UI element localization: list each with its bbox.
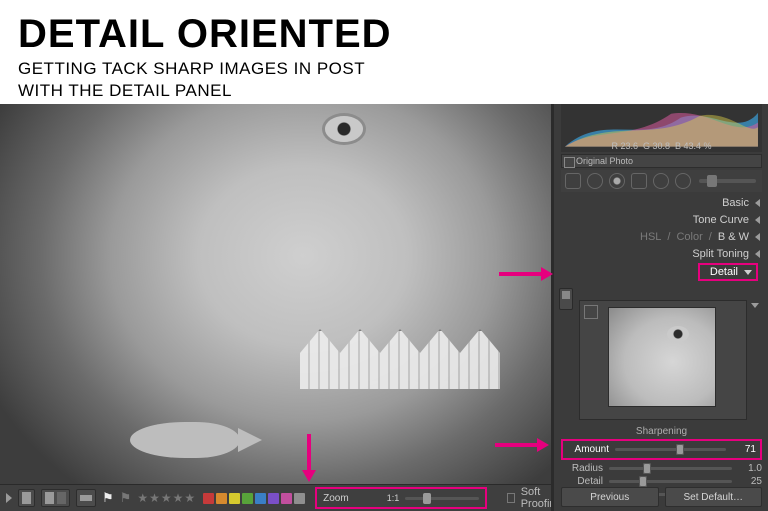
panel-hsl-color-bw[interactable]: HSL/Color/B & W [561,228,762,245]
panel-detail[interactable]: Detail [561,263,762,281]
detail-preview-target-icon[interactable] [584,305,598,319]
panel-toggle-switch[interactable] [559,288,573,310]
slider-detail-label: Detail [561,476,609,487]
lightroom-develop-module: ⚑ ⚑ ★★★★★ Zoom 1:1 Soft Proofing [0,104,768,511]
slider-amount[interactable]: Amount 71 [567,443,756,456]
original-photo-toggle[interactable]: Original Photo [561,154,762,168]
chevron-down-icon [744,270,752,275]
view-mode-before-after-tb[interactable] [76,489,96,507]
graduated-filter-tool-icon[interactable] [631,173,647,189]
zoom-slider-knob[interactable] [423,493,431,504]
tool-slider[interactable] [699,179,756,183]
photo-shark [0,104,551,484]
slider-amount-label: Amount [567,444,615,455]
banner-title: DETAIL ORIENTED [18,12,750,57]
crop-tool-icon[interactable] [565,173,581,189]
panel-detail-label: Detail [710,266,738,278]
swatch-red[interactable] [203,493,214,504]
detail-preview-thumbnail[interactable] [608,307,716,407]
flag-reject-icon[interactable]: ⚑ [120,490,132,506]
slider-radius-knob[interactable] [643,463,651,474]
panel-section-list: Basic Tone Curve HSL/Color/B & W Split T… [561,194,762,281]
toolbar-collapse-icon[interactable] [6,493,12,503]
panel-tone-curve[interactable]: Tone Curve [561,211,762,228]
photo-shark-eye [325,116,363,142]
radial-filter-tool-icon[interactable] [653,173,669,189]
swatch-yellow[interactable] [229,493,240,504]
swatch-purple[interactable] [268,493,279,504]
photo-canvas[interactable] [0,104,551,484]
slider-amount-value[interactable]: 71 [732,444,756,455]
redeye-tool-icon[interactable] [609,173,625,189]
panel-basic[interactable]: Basic [561,194,762,211]
histogram-readout: R 23.6 G 30.8 B 43.4 % [561,141,762,151]
set-default-button[interactable]: Set Default… [665,487,763,507]
chevron-left-icon [755,199,760,207]
chevron-down-icon[interactable] [751,303,759,308]
swatch-gray[interactable] [294,493,305,504]
swatch-magenta[interactable] [281,493,292,504]
banner-subtitle-1: GETTING TACK SHARP IMAGES IN POST [18,59,750,79]
color-label-swatches[interactable] [203,493,305,504]
chevron-left-icon [755,250,760,258]
spot-removal-tool-icon[interactable] [587,173,603,189]
histogram[interactable]: R 23.6 G 30.8 B 43.4 % [561,104,762,152]
previous-button[interactable]: Previous [561,487,659,507]
slider-radius[interactable]: Radius 1.0 [561,462,762,475]
slider-detail-knob[interactable] [639,476,647,487]
soft-proofing-checkbox[interactable] [507,493,514,503]
right-panel: R 23.6 G 30.8 B 43.4 % Original Photo Ba… [551,104,768,511]
slider-radius-track[interactable] [609,467,732,470]
slider-radius-label: Radius [561,463,609,474]
view-mode-before-after-lr[interactable] [41,489,70,507]
annotation-box-amount: Amount 71 [561,439,762,460]
zoom-slider[interactable] [405,497,479,500]
annotation-arrow-detail [499,267,553,281]
zoom-control[interactable]: Zoom 1:1 [315,487,487,509]
view-mode-loupe[interactable] [18,489,35,507]
slider-radius-value[interactable]: 1.0 [738,463,762,474]
tool-slider-knob[interactable] [707,175,717,187]
banner-subtitle-2: WITH THE DETAIL PANEL [18,81,750,101]
chevron-left-icon [755,216,760,224]
thumbnail-shark-eye [667,326,689,342]
photo-background-fish [130,422,240,458]
preset-buttons: Previous Set Default… [561,487,762,507]
local-adjustments-toolstrip [561,170,762,192]
annotation-arrow-amount [495,438,549,452]
zoom-ratio: 1:1 [387,493,400,503]
swatch-blue[interactable] [255,493,266,504]
panel-split-toning[interactable]: Split Toning [561,245,762,262]
tutorial-banner: DETAIL ORIENTED GETTING TACK SHARP IMAGE… [0,0,768,104]
slider-amount-track[interactable] [615,448,726,451]
sharpening-title: Sharpening [561,426,762,437]
swatch-orange[interactable] [216,493,227,504]
slider-detail-track[interactable] [609,480,732,483]
zoom-label: Zoom [323,493,349,504]
detail-preview[interactable] [579,300,747,420]
flag-pick-icon[interactable]: ⚑ [102,490,114,506]
swatch-green[interactable] [242,493,253,504]
slider-detail-value[interactable]: 25 [738,476,762,487]
develop-toolbar: ⚑ ⚑ ★★★★★ Zoom 1:1 Soft Proofing [0,484,551,511]
annotation-arrow-zoom [302,434,316,482]
panel-divider[interactable] [551,104,554,511]
rating-stars[interactable]: ★★★★★ [137,491,195,505]
annotation-box-detail: Detail [698,263,758,281]
chevron-left-icon [755,233,760,241]
adjustment-brush-tool-icon[interactable] [675,173,691,189]
slider-amount-knob[interactable] [676,444,684,455]
